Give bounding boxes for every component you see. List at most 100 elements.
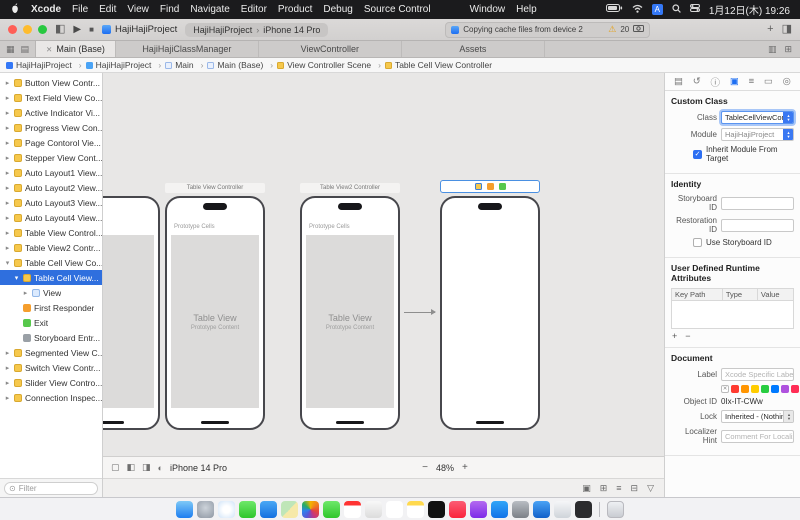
disclosure-icon[interactable]: [4, 349, 11, 357]
quick-help-inspector-icon[interactable]: ⓘ: [711, 75, 721, 89]
run-button[interactable]: ▶: [73, 24, 81, 35]
storyboard-canvas[interactable]: Table View Controller Prototype Cells Ta…: [103, 73, 664, 456]
dock-xcode-icon[interactable]: [533, 500, 550, 518]
nav-item-exit[interactable]: Exit: [0, 315, 102, 330]
canvas-device-name[interactable]: iPhone 14 Pro: [170, 463, 227, 473]
nav-item-text-field-view-controller[interactable]: Text Field View Co...: [0, 90, 102, 105]
dock-simulator-icon[interactable]: [554, 500, 571, 518]
zoom-in-button[interactable]: +: [462, 462, 468, 473]
file-inspector-icon[interactable]: ▤: [674, 76, 683, 87]
menu-edit[interactable]: Edit: [99, 4, 116, 15]
stop-button[interactable]: ■: [89, 25, 94, 34]
color-swatch-blue[interactable]: [771, 385, 779, 393]
menubar-clock[interactable]: 1月12日(木) 19:26: [709, 2, 790, 17]
nav-item-auto-layout4-view-controller[interactable]: Auto Layout4 View...: [0, 210, 102, 225]
nav-item-table-view2-controller[interactable]: Table View2 Contr...: [0, 240, 102, 255]
navigator-panel-toggle-icon[interactable]: ◧: [55, 24, 65, 35]
dock-trash-icon[interactable]: [607, 500, 624, 518]
adjust-editor-icon[interactable]: ▥: [768, 44, 777, 55]
adjust-variants-icon[interactable]: ◐: [158, 463, 163, 473]
disclosure-icon[interactable]: [4, 94, 11, 102]
embed-in-icon[interactable]: ⊞: [600, 483, 608, 494]
dock-music-icon[interactable]: [449, 500, 466, 518]
menu-source-control[interactable]: Source Control: [364, 4, 431, 15]
selected-scene-dock[interactable]: [440, 180, 540, 193]
dock-calendar-icon[interactable]: [344, 500, 361, 518]
disclosure-icon[interactable]: [4, 394, 11, 402]
close-window-button[interactable]: [8, 25, 17, 34]
minimize-window-button[interactable]: [23, 25, 32, 34]
dock-maps-icon[interactable]: [281, 500, 298, 518]
resolve-autolayout-icon[interactable]: ▽: [647, 483, 654, 494]
scene1-phone[interactable]: Prototype Cells Table View Prototype Con…: [165, 196, 265, 430]
inherit-module-checkbox[interactable]: [693, 149, 702, 159]
disclosure-icon[interactable]: [4, 364, 11, 372]
disclosure-icon[interactable]: [4, 139, 11, 147]
nav-item-switch-view-controller[interactable]: Switch View Contr...: [0, 360, 102, 375]
outline-toggle-icon[interactable]: ▤: [21, 44, 30, 55]
color-swatch-red[interactable]: [731, 385, 739, 393]
disclosure-icon[interactable]: [4, 124, 11, 132]
color-swatch-pink[interactable]: [791, 385, 799, 393]
add-constraints-icon[interactable]: ⊟: [631, 483, 639, 494]
tab-viewcontroller[interactable]: ViewController: [259, 41, 402, 57]
nav-item-storyboard-entry[interactable]: Storyboard Entr...: [0, 330, 102, 345]
disclosure-icon[interactable]: [4, 259, 11, 267]
destination-selector[interactable]: HajiHajiProject iPhone 14 Pro: [185, 22, 329, 37]
disclosure-icon[interactable]: [4, 79, 11, 87]
color-swatch-orange[interactable]: [741, 385, 749, 393]
scene2-title[interactable]: Table View2 Controller: [300, 183, 400, 193]
dock-system-settings-icon[interactable]: [512, 500, 529, 518]
disclosure-icon[interactable]: [22, 289, 29, 297]
lock-dropdown[interactable]: Inherited - (Nothing): [721, 410, 794, 423]
color-swatch-green[interactable]: [761, 385, 769, 393]
storyboard-id-field[interactable]: [721, 196, 794, 210]
menu-window[interactable]: Window: [470, 4, 506, 15]
nav-item-auto-layout1-view-controller[interactable]: Auto Layout1 View...: [0, 165, 102, 180]
connections-inspector-icon[interactable]: ◎: [783, 76, 791, 87]
dock-safari-icon[interactable]: [218, 500, 235, 518]
disclosure-icon[interactable]: [4, 109, 11, 117]
disclosure-icon[interactable]: [13, 274, 20, 282]
disclosure-icon[interactable]: [4, 229, 11, 237]
nav-item-table-cell-view-scene[interactable]: Table Cell View Co...: [0, 255, 102, 270]
view-controller-icon[interactable]: [474, 183, 482, 190]
nav-item-segmented-view-controller[interactable]: Segmented View C...: [0, 345, 102, 360]
screenshot-icon[interactable]: [633, 24, 645, 35]
color-swatch-yellow[interactable]: [751, 385, 759, 393]
tab-main-base[interactable]: ✕ Main (Base): [35, 41, 116, 57]
nav-item-slider-view-controller[interactable]: Slider View Contro...: [0, 375, 102, 390]
orientation-icon[interactable]: ◧: [127, 462, 136, 473]
battery-icon[interactable]: [605, 4, 623, 15]
dock-reminders-icon[interactable]: [386, 500, 403, 518]
dock-messages-icon[interactable]: [239, 500, 256, 518]
disclosure-icon[interactable]: [4, 379, 11, 387]
nav-item-connection-inspector[interactable]: Connection Inspec...: [0, 390, 102, 405]
nav-item-view[interactable]: View: [0, 285, 102, 300]
color-swatch-purple[interactable]: [781, 385, 789, 393]
exit-icon[interactable]: [498, 183, 506, 190]
crumb-scene[interactable]: View Controller Scene: [277, 60, 385, 70]
dock-terminal-icon[interactable]: [575, 500, 592, 518]
tab-hajihajiclassmanager[interactable]: HajiHajiClassManager: [116, 41, 259, 57]
first-responder-icon[interactable]: [486, 183, 494, 190]
scene2-phone[interactable]: Prototype Cells Table View Prototype Con…: [300, 196, 400, 430]
search-icon[interactable]: [672, 3, 681, 16]
use-storyboard-id-checkbox[interactable]: [693, 238, 702, 247]
related-items-icon[interactable]: ▦: [6, 44, 15, 55]
stepper-icon[interactable]: [783, 112, 793, 123]
crumb-project[interactable]: HajiHajiProject: [6, 60, 86, 70]
dock-finder-icon[interactable]: [176, 500, 193, 518]
nav-item-first-responder[interactable]: First Responder: [0, 300, 102, 315]
nav-item-active-indicator-view-controller[interactable]: Active Indicator Vi...: [0, 105, 102, 120]
add-attribute-button[interactable]: +: [672, 331, 677, 341]
document-label-field[interactable]: Xcode Specific Label: [721, 368, 794, 381]
dock-podcasts-icon[interactable]: [470, 500, 487, 518]
disclosure-icon[interactable]: [4, 169, 11, 177]
dock-facetime-icon[interactable]: [323, 500, 340, 518]
crumb-group[interactable]: HajiHajiProject: [85, 60, 166, 70]
dock-photos-icon[interactable]: [302, 500, 319, 518]
size-inspector-icon[interactable]: ▭: [764, 76, 773, 87]
table-view[interactable]: Table View Prototype Content: [306, 235, 394, 408]
runtime-attributes-table-body[interactable]: [671, 301, 794, 329]
